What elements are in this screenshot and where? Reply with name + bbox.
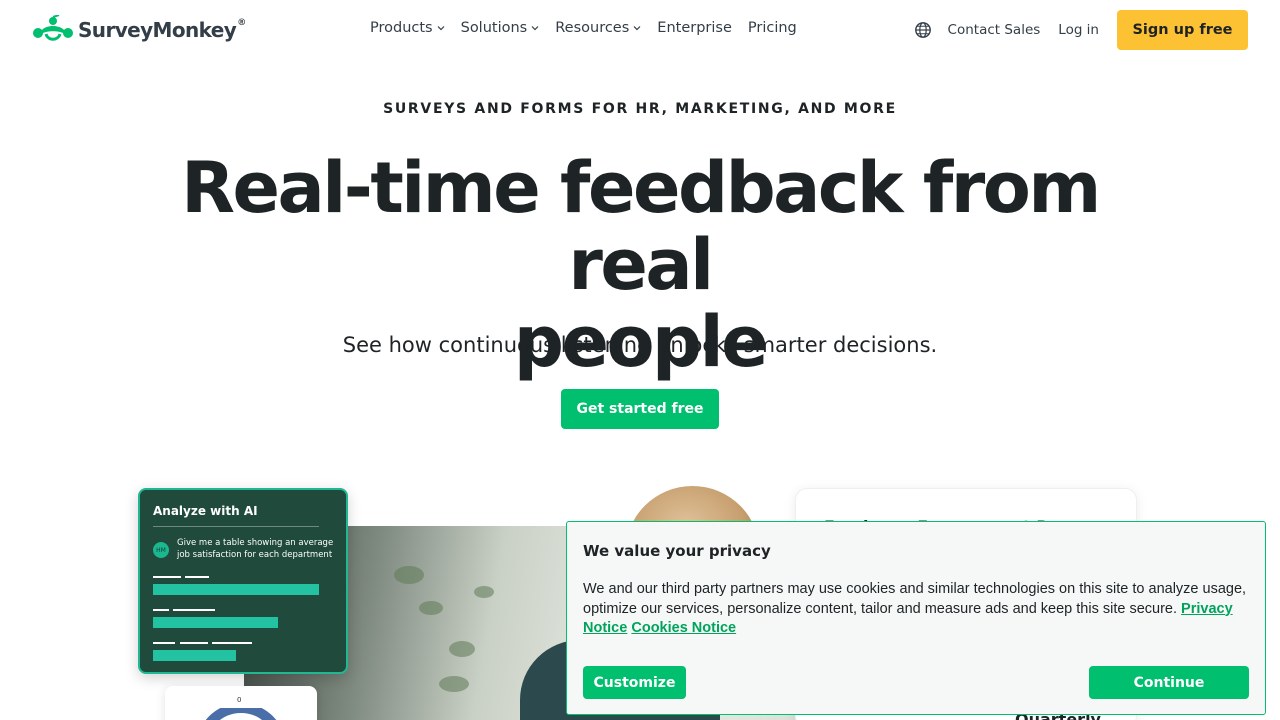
placeholder-line: [212, 642, 252, 644]
globe-icon[interactable]: [914, 21, 932, 39]
ai-prompt-text: Give me a table showing an average job s…: [177, 538, 334, 560]
top-navigation: SurveyMonkey® Products Solutions Resourc…: [0, 0, 1280, 60]
nav-resources[interactable]: Resources: [555, 20, 641, 36]
divider: [153, 526, 319, 527]
placeholder-line: [153, 642, 175, 644]
main-menu: Products Solutions Resources Enterprise …: [370, 20, 797, 36]
chevron-down-icon: [633, 26, 641, 31]
gauge-chart: [205, 708, 277, 720]
ai-card-title: Analyze with AI: [153, 504, 258, 518]
hero-eyebrow: SURVEYS AND FORMS FOR HR, MARKETING, AND…: [383, 101, 897, 117]
result-bar: [153, 650, 236, 661]
placeholder-line: [173, 609, 215, 611]
chevron-down-icon: [437, 26, 445, 31]
cookie-text: We and our third party partners may use …: [583, 580, 1251, 639]
customize-button[interactable]: Customize: [583, 666, 686, 699]
cookie-title: We value your privacy: [583, 542, 771, 560]
placeholder-line: [185, 576, 209, 578]
signup-button[interactable]: Sign up free: [1117, 10, 1248, 50]
get-started-button[interactable]: Get started free: [561, 389, 719, 429]
continue-button[interactable]: Continue: [1089, 666, 1249, 699]
surveymonkey-logo[interactable]: SurveyMonkey®: [32, 14, 246, 46]
user-avatar: HM: [153, 542, 169, 558]
cookie-body-text: We and our third party partners may use …: [583, 581, 1247, 617]
cookie-consent-banner: We value your privacy We and our third p…: [566, 521, 1266, 715]
placeholder-line: [153, 576, 181, 578]
monkey-logo-icon: [32, 14, 74, 45]
nav-solutions-label: Solutions: [460, 20, 528, 36]
result-bar: [153, 617, 278, 628]
hero-subhead: See how continuous listening unlocks sma…: [342, 333, 938, 357]
nav-enterprise-label: Enterprise: [657, 20, 732, 36]
nav-enterprise[interactable]: Enterprise: [657, 20, 732, 36]
nav-pricing-label: Pricing: [747, 20, 797, 36]
nav-actions: Contact Sales Log in Sign up free: [914, 10, 1248, 50]
analyze-with-ai-card: Analyze with AI HM Give me a table showi…: [138, 488, 348, 674]
contact-sales-link[interactable]: Contact Sales: [948, 22, 1041, 38]
cookies-notice-link[interactable]: Cookies Notice: [631, 620, 736, 636]
nav-products-label: Products: [370, 20, 433, 36]
placeholder-line: [180, 642, 208, 644]
nav-solutions[interactable]: Solutions: [461, 20, 540, 36]
placeholder-line: [153, 609, 169, 611]
gauge-card: 0: [165, 686, 317, 720]
nav-resources-label: Resources: [555, 20, 630, 36]
login-link[interactable]: Log in: [1058, 22, 1099, 38]
gauge-zero-label: 0: [237, 696, 242, 704]
headline-line-1: Real-time feedback from real: [181, 147, 1101, 306]
logo-wordmark: SurveyMonkey®: [78, 18, 246, 42]
chevron-down-icon: [531, 26, 539, 31]
nav-products[interactable]: Products: [370, 20, 445, 36]
nav-pricing[interactable]: Pricing: [748, 20, 797, 36]
result-bar: [153, 584, 319, 595]
